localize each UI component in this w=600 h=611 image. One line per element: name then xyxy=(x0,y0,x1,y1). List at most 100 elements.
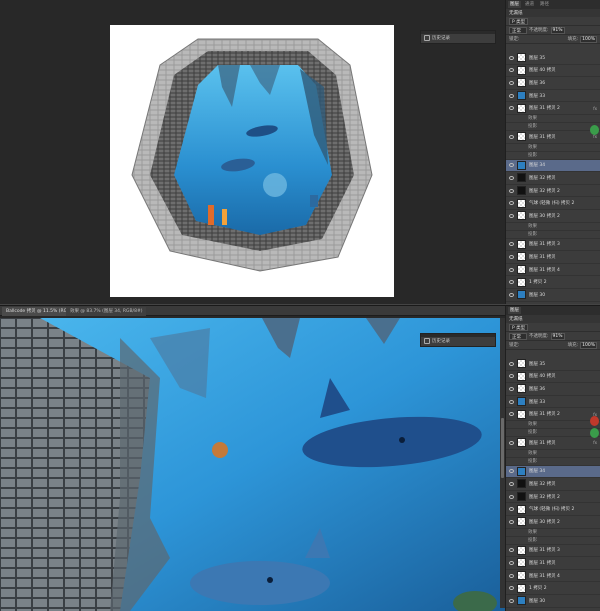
layer-effect-item[interactable]: 效果 xyxy=(506,223,600,231)
tab-layers[interactable]: 图层 xyxy=(508,1,521,8)
fx-icon[interactable]: fx xyxy=(593,134,597,139)
eye-icon[interactable] xyxy=(509,242,514,247)
eye-icon[interactable] xyxy=(509,292,514,297)
layer-row[interactable]: 图层 31 拷贝 fx xyxy=(506,437,600,450)
layer-row[interactable]: 图层 31 拷贝 4 xyxy=(506,570,600,583)
layer-name: 气球 (轻微 (扫) 拷贝 2 xyxy=(529,507,575,513)
layer-row[interactable]: 1 拷贝 2 xyxy=(506,582,600,595)
eye-icon[interactable] xyxy=(509,386,514,391)
layer-effect-item[interactable]: 投影 xyxy=(506,123,600,131)
layer-row[interactable]: 图层 35 xyxy=(506,52,600,65)
layer-effect-item[interactable]: 投影 xyxy=(506,458,600,466)
eye-icon[interactable] xyxy=(509,494,514,499)
opacity-value[interactable]: 91% xyxy=(550,332,565,340)
eye-icon[interactable] xyxy=(509,201,514,206)
eye-icon[interactable] xyxy=(509,399,514,404)
eye-icon[interactable] xyxy=(509,80,514,85)
layer-row[interactable]: 图层 31 拷贝 3 xyxy=(506,545,600,558)
kind-filter-select[interactable]: P 类型 xyxy=(509,17,529,25)
layer-effect-item[interactable]: 投影 xyxy=(506,537,600,545)
fx-icon[interactable]: fx xyxy=(593,106,597,111)
eye-icon[interactable] xyxy=(509,469,514,474)
layer-row[interactable]: 图层 30 拷贝 2 xyxy=(506,210,600,223)
layer-row[interactable]: 图层 33 xyxy=(506,90,600,103)
layer-effect-item[interactable]: 效果 xyxy=(506,421,600,429)
eye-icon[interactable] xyxy=(509,55,514,60)
layer-row[interactable]: 1 拷贝 2 xyxy=(506,276,600,289)
eye-icon[interactable] xyxy=(509,560,514,565)
eye-icon[interactable] xyxy=(509,254,514,259)
layer-row[interactable]: 图层 32 拷贝 xyxy=(506,172,600,185)
fill-value[interactable]: 100% xyxy=(580,341,597,349)
layer-row[interactable]: 图层 30 拷贝 2 xyxy=(506,516,600,529)
eye-icon[interactable] xyxy=(509,188,514,193)
eye-icon[interactable] xyxy=(509,267,514,272)
layer-row[interactable]: 图层 31 拷贝 fx xyxy=(506,131,600,144)
layer-row[interactable]: 图层 31 拷贝 3 xyxy=(506,239,600,252)
document-canvas[interactable] xyxy=(110,25,394,297)
zoomed-canvas[interactable] xyxy=(0,318,505,611)
layer-row[interactable]: 图层 36 xyxy=(506,383,600,396)
eye-icon[interactable] xyxy=(509,481,514,486)
tab-layers[interactable]: 图层 xyxy=(508,307,521,314)
eye-icon[interactable] xyxy=(509,163,514,168)
eye-icon[interactable] xyxy=(509,598,514,603)
layer-row[interactable]: 气球 (轻微 (扫) 拷贝 2 xyxy=(506,503,600,516)
layer-thumbnail xyxy=(517,265,526,275)
layer-row[interactable]: 图层 31 拷贝 xyxy=(506,557,600,570)
layer-row[interactable]: 图层 35 xyxy=(506,358,600,371)
kind-filter-select[interactable]: P 类型 xyxy=(509,323,529,331)
layer-effect-item[interactable]: 投影 xyxy=(506,231,600,239)
tab-channels[interactable]: 通道 xyxy=(523,1,536,8)
eye-icon[interactable] xyxy=(509,213,514,218)
layer-row[interactable]: 图层 31 拷贝 2 fx xyxy=(506,408,600,421)
layer-row[interactable]: 图层 31 拷贝 2 fx xyxy=(506,102,600,115)
eye-icon[interactable] xyxy=(509,374,514,379)
layer-row[interactable]: 图层 40 拷贝 xyxy=(506,371,600,384)
eye-icon[interactable] xyxy=(509,412,514,417)
eye-icon[interactable] xyxy=(509,93,514,98)
layer-row[interactable]: 气球 (轻微 (扫) 拷贝 2 xyxy=(506,197,600,210)
eye-icon[interactable] xyxy=(509,106,514,111)
eye-icon[interactable] xyxy=(509,134,514,139)
eye-icon[interactable] xyxy=(509,548,514,553)
eye-icon[interactable] xyxy=(509,519,514,524)
blend-mode-select[interactable]: 正常 xyxy=(509,26,527,34)
eye-icon[interactable] xyxy=(509,280,514,285)
history-mini-panel[interactable]: 历史记录 xyxy=(420,30,496,44)
layer-row[interactable]: 图层 34 xyxy=(506,465,600,479)
history-mini-panel[interactable]: 历史记录 xyxy=(420,333,496,347)
layer-name: 图层 32 拷贝 2 xyxy=(529,494,560,500)
eye-icon[interactable] xyxy=(509,361,514,366)
eye-icon[interactable] xyxy=(509,175,514,180)
layer-row[interactable]: 图层 31 拷贝 xyxy=(506,251,600,264)
layer-row[interactable]: 图层 30 xyxy=(506,595,600,608)
layer-row[interactable]: 图层 30 xyxy=(506,289,600,302)
eye-icon[interactable] xyxy=(509,440,514,445)
layer-row[interactable]: 图层 32 拷贝 2 xyxy=(506,491,600,504)
fill-value[interactable]: 100% xyxy=(580,35,597,43)
layer-row[interactable]: 图层 33 xyxy=(506,396,600,409)
layer-row[interactable]: 图层 31 拷贝 4 xyxy=(506,264,600,277)
eye-icon[interactable] xyxy=(509,507,514,512)
layer-effect-item[interactable]: 投影 xyxy=(506,152,600,160)
opacity-value[interactable]: 91% xyxy=(550,26,565,34)
layer-row[interactable]: 图层 40 拷贝 xyxy=(506,65,600,78)
eye-icon[interactable] xyxy=(509,68,514,73)
layer-thumbnail xyxy=(517,290,526,300)
layer-effect-item[interactable]: 投影 xyxy=(506,429,600,437)
layer-row[interactable]: 图层 34 xyxy=(506,159,600,173)
tab-paths[interactable]: 路径 xyxy=(538,1,551,8)
blend-mode-select[interactable]: 正常 xyxy=(509,332,527,340)
layer-row[interactable]: 图层 32 拷贝 xyxy=(506,478,600,491)
layer-effect-item[interactable]: 效果 xyxy=(506,450,600,458)
fx-icon[interactable]: fx xyxy=(593,440,597,445)
eye-icon[interactable] xyxy=(509,573,514,578)
layer-row[interactable]: 图层 32 拷贝 2 xyxy=(506,185,600,198)
layer-effect-item[interactable]: 效果 xyxy=(506,115,600,123)
layer-row[interactable]: 图层 36 xyxy=(506,77,600,90)
layer-effect-item[interactable]: 效果 xyxy=(506,529,600,537)
document-tab-2[interactable]: 效果 @ 83.7% (图层 34, RGB/8#) xyxy=(66,307,147,316)
layer-effect-item[interactable]: 效果 xyxy=(506,144,600,152)
eye-icon[interactable] xyxy=(509,586,514,591)
